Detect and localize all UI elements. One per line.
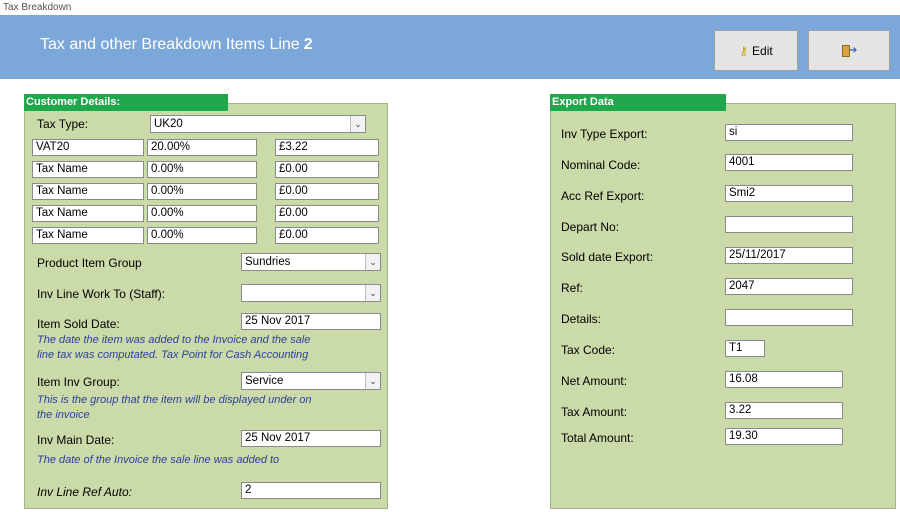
inv-group-label: Item Inv Group: <box>37 375 120 389</box>
inv-group-select[interactable]: Service ⌄ <box>241 372 381 390</box>
acc-ref-export-label: Acc Ref Export: <box>561 189 645 203</box>
window-title: Tax Breakdown <box>3 2 72 13</box>
inv-group-value: Service <box>245 375 284 387</box>
product-group-label: Product Item Group <box>37 256 142 270</box>
export-data-label: Export Data <box>550 94 726 111</box>
tax-rate-field[interactable]: 20.00% <box>147 139 257 156</box>
page-title-text: Tax and other Breakdown Items Line <box>40 36 300 53</box>
main-date-field[interactable]: 25 Nov 2017 <box>241 430 381 447</box>
sold-date-label: Item Sold Date: <box>37 317 120 331</box>
depart-no-field[interactable] <box>725 216 853 233</box>
tax-name-field[interactable]: Tax Name <box>32 227 144 244</box>
tax-amount-field[interactable]: £3.22 <box>275 139 379 156</box>
tax-type-select[interactable]: UK20 ⌄ <box>150 115 366 133</box>
inv-group-note: the invoice <box>37 409 90 421</box>
acc-ref-export-field[interactable]: Smi2 <box>725 185 853 202</box>
tax-amount-field[interactable]: £0.00 <box>275 227 379 244</box>
net-amount-label: Net Amount: <box>561 374 628 388</box>
sold-date-export-label: Sold date Export: <box>561 250 654 264</box>
depart-no-label: Depart No: <box>561 220 620 234</box>
work-to-select[interactable]: ⌄ <box>241 284 381 302</box>
sold-date-note: line tax was computated. Tax Point for C… <box>37 349 309 361</box>
exit-button[interactable]: ➜ <box>808 30 890 71</box>
details-field[interactable] <box>725 309 853 326</box>
tax-amount-label: Tax Amount: <box>561 405 628 419</box>
customer-details-label: Customer Details: <box>24 94 228 111</box>
inv-group-note: This is the group that the item will be … <box>37 394 312 406</box>
tax-rate-field[interactable]: 0.00% <box>147 161 257 178</box>
sold-date-export-field[interactable]: 25/11/2017 <box>725 247 853 264</box>
tax-name-field[interactable]: VAT20 <box>32 139 144 156</box>
product-group-select[interactable]: Sundries ⌄ <box>241 253 381 271</box>
tax-rate-field[interactable]: 0.00% <box>147 205 257 222</box>
work-to-label: Inv Line Work To (Staff): <box>37 287 166 301</box>
line-number: 2 <box>303 36 313 53</box>
chevron-down-icon[interactable]: ⌄ <box>365 254 380 270</box>
total-amount-label: Total Amount: <box>561 431 634 445</box>
inv-type-export-field[interactable]: si <box>725 124 853 141</box>
chevron-down-icon[interactable]: ⌄ <box>365 285 380 301</box>
sold-date-field[interactable]: 25 Nov 2017 <box>241 313 381 330</box>
ref-field[interactable]: 2047 <box>725 278 853 295</box>
page-title: Tax and other Breakdown Items Line 2 <box>40 36 313 54</box>
total-amount-field[interactable]: 19.30 <box>725 428 843 445</box>
tax-rate-field[interactable]: 0.00% <box>147 183 257 200</box>
tax-name-field[interactable]: Tax Name <box>32 205 144 222</box>
tax-amount-field[interactable]: £0.00 <box>275 161 379 178</box>
sold-date-note: The date the item was added to the Invoi… <box>37 334 311 346</box>
ref-auto-label: Inv Line Ref Auto: <box>37 485 132 499</box>
key-icon: ⚷ <box>739 43 749 58</box>
tax-rate-field[interactable]: 0.00% <box>147 227 257 244</box>
details-label: Details: <box>561 312 602 326</box>
product-group-value: Sundries <box>245 256 291 268</box>
tax-code-field[interactable]: T1 <box>725 340 765 357</box>
net-amount-field[interactable]: 16.08 <box>725 371 843 388</box>
chevron-down-icon[interactable]: ⌄ <box>365 373 380 389</box>
tax-amount-field[interactable]: £0.00 <box>275 205 379 222</box>
main-date-label: Inv Main Date: <box>37 433 115 447</box>
inv-type-export-label: Inv Type Export: <box>561 127 648 141</box>
ref-auto-field[interactable]: 2 <box>241 482 381 499</box>
main-date-note: The date of the Invoice the sale line wa… <box>37 454 280 466</box>
edit-button-label: Edit <box>752 43 773 58</box>
tax-name-field[interactable]: Tax Name <box>32 161 144 178</box>
nominal-code-label: Nominal Code: <box>561 158 641 172</box>
tax-code-label: Tax Code: <box>561 343 616 357</box>
exit-door-icon: ➜ <box>842 44 857 57</box>
tax-amount-export-field[interactable]: 3.22 <box>725 402 843 419</box>
edit-button[interactable]: ⚷ Edit <box>714 30 798 71</box>
chevron-down-icon[interactable]: ⌄ <box>350 116 365 132</box>
tax-amount-field[interactable]: £0.00 <box>275 183 379 200</box>
nominal-code-field[interactable]: 4001 <box>725 154 853 171</box>
tax-type-label: Tax Type: <box>37 117 89 131</box>
ref-label: Ref: <box>561 281 584 295</box>
tax-type-value: UK20 <box>154 118 183 130</box>
tax-name-field[interactable]: Tax Name <box>32 183 144 200</box>
